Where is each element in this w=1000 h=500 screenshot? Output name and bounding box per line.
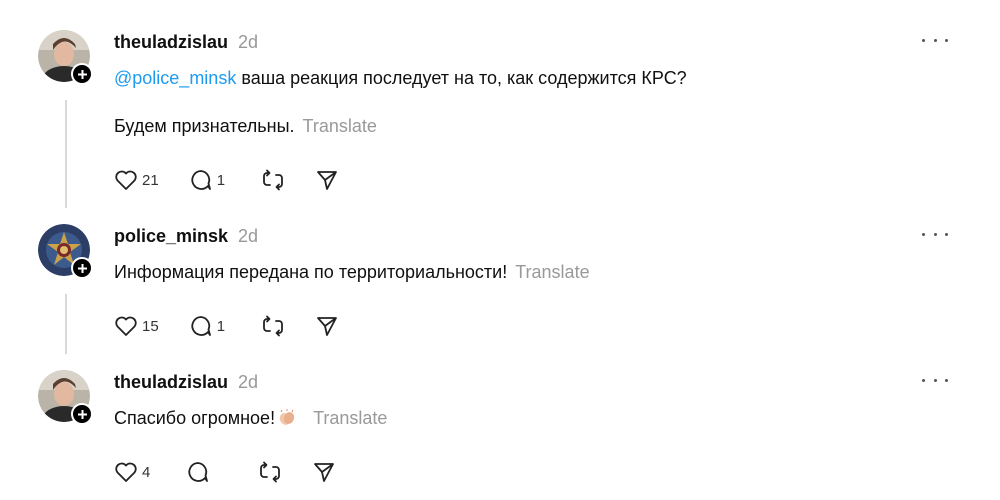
action-bar: 15 1: [114, 313, 369, 339]
repost-icon: [262, 169, 283, 191]
translate-link[interactable]: Translate: [313, 408, 387, 428]
post-text: Спасибо огромное! Translate: [114, 408, 387, 429]
comment-icon: [191, 170, 211, 190]
comment-icon: [188, 462, 208, 482]
share-icon: [316, 171, 337, 190]
reply-count: 1: [216, 171, 226, 189]
repost-button[interactable]: [261, 169, 285, 191]
like-count: 15: [142, 317, 159, 335]
username[interactable]: theuladzislau: [114, 32, 228, 53]
post-text-second: Будем признательны. Translate: [114, 116, 377, 137]
mention-link[interactable]: @police_minsk: [114, 68, 236, 88]
translate-link[interactable]: Translate: [303, 116, 377, 136]
thread-line: [65, 294, 67, 354]
post-header: theuladzislau 2d: [114, 30, 258, 54]
action-bar: 21 1: [114, 167, 369, 193]
follow-plus-icon[interactable]: [71, 63, 93, 85]
comment-icon: [191, 316, 211, 336]
repost-icon: [262, 315, 283, 337]
repost-button[interactable]: [258, 461, 282, 483]
more-icon[interactable]: [922, 372, 948, 388]
like-count: 21: [142, 171, 159, 189]
heart-icon: [115, 462, 137, 482]
repost-button[interactable]: [261, 315, 285, 337]
post-text-line: ваша реакция последует на то, как содерж…: [236, 68, 687, 88]
more-icon[interactable]: [922, 32, 948, 48]
reply-button[interactable]: [186, 461, 228, 483]
reply-count: 1: [216, 317, 226, 335]
action-bar: 4: [114, 459, 366, 485]
more-icon[interactable]: [922, 226, 948, 242]
repost-icon: [260, 461, 280, 483]
like-button[interactable]: 21: [114, 169, 159, 191]
share-button[interactable]: [315, 169, 339, 191]
share-icon: [316, 317, 337, 336]
post-text-line: Спасибо огромное!: [114, 408, 276, 428]
like-count: 4: [142, 463, 151, 481]
share-icon: [314, 463, 334, 482]
avatar[interactable]: [38, 224, 93, 279]
like-button[interactable]: 15: [114, 315, 159, 337]
timestamp[interactable]: 2d: [238, 372, 258, 393]
post-text: Информация передана по территориальности…: [114, 262, 590, 283]
translate-link[interactable]: Translate: [515, 262, 589, 282]
heart-icon: [115, 170, 137, 190]
timestamp[interactable]: 2d: [238, 32, 258, 53]
post-header: police_minsk 2d: [114, 224, 258, 248]
timestamp[interactable]: 2d: [238, 226, 258, 247]
reply-button[interactable]: 1: [189, 169, 231, 191]
post-header: theuladzislau 2d: [114, 370, 258, 394]
thread-line: [65, 100, 67, 208]
reply-button[interactable]: 1: [189, 315, 231, 337]
avatar[interactable]: [38, 370, 93, 425]
avatar[interactable]: [38, 30, 93, 85]
like-button[interactable]: 4: [114, 461, 156, 483]
heart-icon: [115, 316, 137, 336]
share-button[interactable]: [312, 461, 336, 483]
clapping-emoji: [279, 409, 295, 425]
username[interactable]: theuladzislau: [114, 372, 228, 393]
follow-plus-icon[interactable]: [71, 257, 93, 279]
follow-plus-icon[interactable]: [71, 403, 93, 425]
username[interactable]: police_minsk: [114, 226, 228, 247]
post-text-line: Будем признательны.: [114, 116, 295, 136]
post-text-line: Информация передана по территориальности…: [114, 262, 508, 282]
share-button[interactable]: [315, 315, 339, 337]
post-text: @police_minsk ваша реакция последует на …: [114, 68, 687, 89]
